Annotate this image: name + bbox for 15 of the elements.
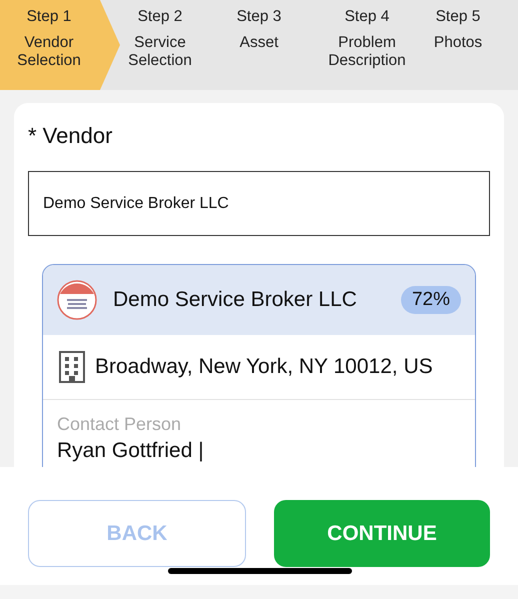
- vendor-name: Demo Service Broker LLC: [113, 288, 357, 312]
- step-tab[interactable]: Step 3 Asset: [200, 0, 318, 90]
- vendor-input-field[interactable]: Demo Service Broker LLC: [28, 171, 490, 236]
- vendor-address: Broadway, New York, NY 10012, US: [95, 355, 433, 379]
- field-label: * Vendor: [28, 123, 112, 149]
- home-indicator[interactable]: [168, 568, 352, 574]
- contact-label: Contact Person: [57, 414, 182, 435]
- vendor-logo-icon: [57, 280, 97, 320]
- building-icon: [57, 351, 87, 383]
- match-badge: 72%: [400, 286, 461, 314]
- step-tab[interactable]: Step 5 Photos: [416, 0, 500, 90]
- step-tab[interactable]: Step 4 Problem Description: [318, 0, 416, 90]
- step-tab[interactable]: Step 1 Vendor Selection: [0, 0, 120, 90]
- step-tab[interactable]: Step 2 Service Selection: [120, 0, 200, 90]
- contact-value: Ryan Gottfried |: [57, 439, 205, 463]
